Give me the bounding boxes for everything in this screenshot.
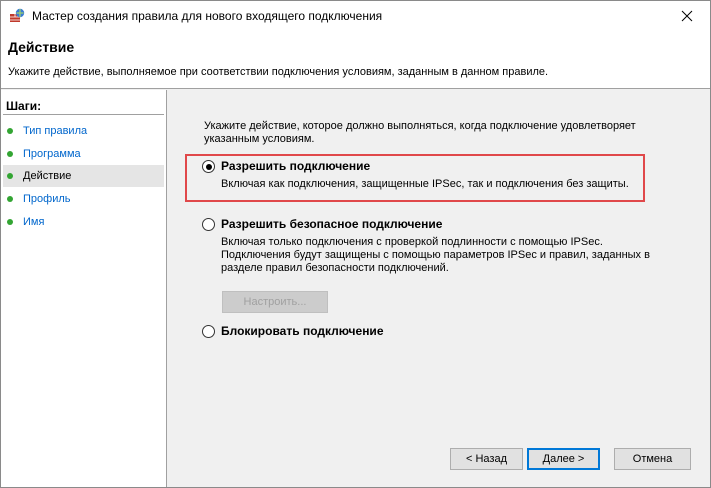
back-button[interactable]: < Назад [450, 448, 523, 470]
allow-secure-label: Разрешить безопасное подключение [221, 217, 443, 231]
steps-panel: Шаги: Тип правила Программа Действие Про… [1, 90, 167, 487]
allow-description: Включая как подключения, защищенные IPSe… [221, 178, 629, 190]
wizard-window: Мастер создания правила для нового входя… [0, 0, 711, 488]
step-status-dot [7, 128, 13, 134]
page-header: Действие Укажите действие, выполняемое п… [1, 31, 710, 89]
page-description: Укажите действие, выполняемое при соотве… [8, 66, 549, 78]
steps-divider [3, 114, 164, 115]
option-allow-secure[interactable]: Разрешить безопасное подключение Включая… [202, 218, 652, 278]
allow-radio[interactable] [202, 160, 215, 173]
step-status-dot [7, 219, 13, 225]
allow-secure-radio[interactable] [202, 218, 215, 231]
step-action[interactable]: Действие [3, 165, 164, 187]
step-label: Действие [23, 170, 72, 182]
step-label: Профиль [23, 193, 71, 205]
cancel-button[interactable]: Отмена [614, 448, 691, 470]
option-block[interactable]: Блокировать подключение [202, 325, 642, 341]
allow-secure-description: Включая только подключения с проверкой п… [221, 236, 650, 274]
block-radio[interactable] [202, 325, 215, 338]
title-bar: Мастер создания правила для нового входя… [1, 1, 710, 31]
allow-label: Разрешить подключение [221, 159, 371, 173]
firewall-app-icon [9, 8, 25, 24]
close-button[interactable] [664, 1, 710, 31]
customize-button[interactable]: Настроить... [222, 291, 328, 313]
close-icon [681, 10, 693, 22]
step-rule-type[interactable]: Тип правила [3, 120, 164, 142]
step-label: Тип правила [23, 125, 88, 137]
page-title: Действие [8, 39, 75, 55]
step-status-dot [7, 196, 13, 202]
step-status-dot [7, 173, 13, 179]
step-label: Программа [23, 148, 81, 160]
next-button[interactable]: Далее > [527, 448, 600, 470]
step-program[interactable]: Программа [3, 143, 164, 165]
step-label: Имя [23, 216, 45, 228]
step-profile[interactable]: Профиль [3, 188, 164, 210]
step-status-dot [7, 151, 13, 157]
radio-selected-dot [205, 163, 212, 170]
main-panel: Укажите действие, которое должно выполня… [168, 90, 710, 487]
window-title: Мастер создания правила для нового входя… [32, 9, 383, 23]
step-name[interactable]: Имя [3, 211, 164, 233]
steps-title: Шаги: [6, 99, 42, 113]
block-label: Блокировать подключение [221, 324, 384, 338]
intro-text: Укажите действие, которое должно выполня… [204, 120, 636, 145]
option-allow[interactable]: Разрешить подключение Включая как подклю… [202, 160, 642, 194]
